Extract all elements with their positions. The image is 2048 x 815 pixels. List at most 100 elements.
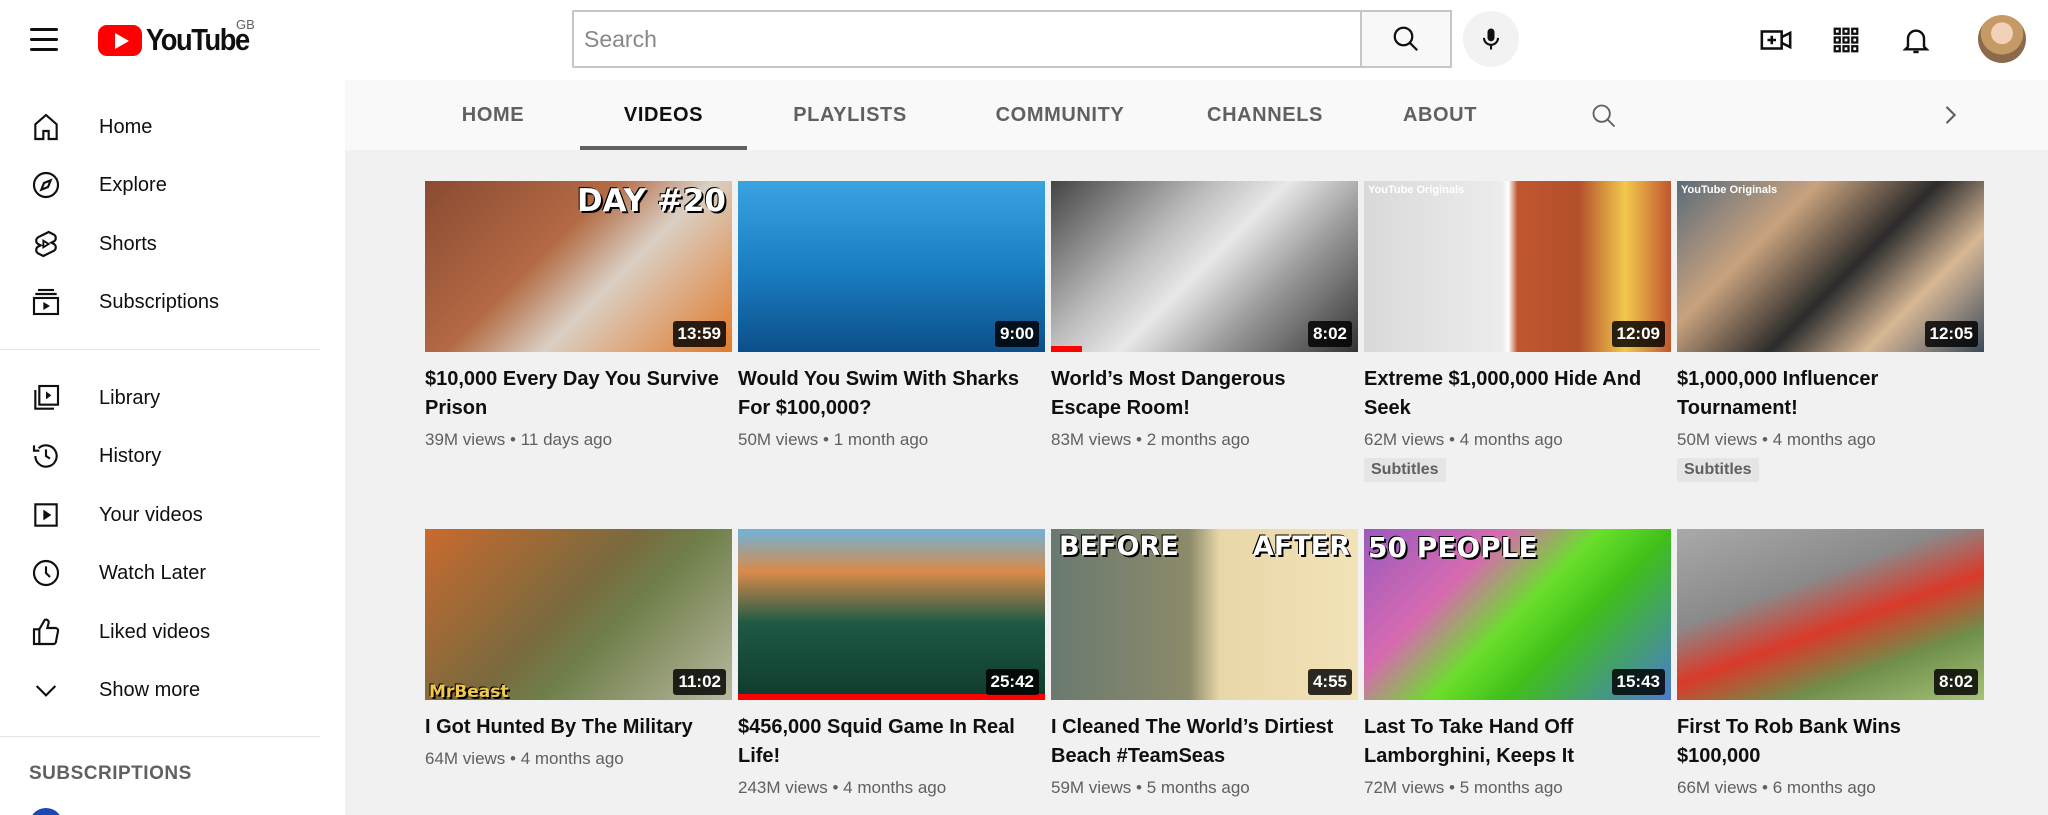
thumbnail-text: 50 PEOPLE <box>1368 531 1538 564</box>
home-icon <box>34 113 58 141</box>
chevron-right-icon[interactable] <box>1936 101 1964 129</box>
upload-age: 4 months ago <box>843 778 947 797</box>
video-thumbnail[interactable]: 8:02 <box>1677 529 1984 700</box>
video-thumbnail[interactable]: 8:02 <box>1051 181 1358 352</box>
sidebar-item-history[interactable]: History <box>0 428 320 484</box>
video-meta: 39M views • 11 days ago <box>425 430 613 449</box>
upload-age: 5 months ago <box>1459 778 1563 797</box>
video-duration: 8:02 <box>1307 321 1352 347</box>
video-thumbnail[interactable]: YouTube Originals 12:09 <box>1364 181 1671 352</box>
view-count: 62M views <box>1364 430 1445 449</box>
video-thumbnail[interactable]: 25:42 <box>738 529 1045 700</box>
video-duration: 8:02 <box>1933 669 1978 695</box>
video-title[interactable]: World’s Most Dangerous Escape Room! <box>1051 365 1358 423</box>
search-button[interactable] <box>1360 10 1452 68</box>
video-thumbnail[interactable]: 50 PEOPLE 15:43 <box>1364 529 1671 700</box>
menu-icon[interactable] <box>30 22 64 56</box>
video-duration: 4:55 <box>1307 669 1352 695</box>
video-card: YouTube Originals 12:09 Extreme $1,000,0… <box>1364 181 1671 482</box>
tab-channels[interactable]: CHANNELS <box>1180 80 1350 150</box>
tab-about[interactable]: ABOUT <box>1375 80 1505 150</box>
sidebar-item-label: Shorts <box>99 232 157 255</box>
sidebar-item-label: Home <box>99 115 153 138</box>
view-count: 243M views <box>738 778 828 797</box>
sidebar-item-your-videos[interactable]: Your videos <box>0 487 320 543</box>
sidebar-item-label: Your videos <box>99 503 203 526</box>
sidebar-item-home[interactable]: Home <box>0 99 320 155</box>
compass-icon <box>32 171 60 199</box>
shorts-icon <box>35 230 57 258</box>
create-video-button[interactable] <box>1756 20 1796 60</box>
sidebar-item-label: Liked videos <box>99 620 211 643</box>
video-title[interactable]: First To Rob Bank Wins $100,000 <box>1677 713 1984 771</box>
library-icon <box>34 384 60 410</box>
video-card: 9:00 Would You Swim With Sharks For $100… <box>738 181 1045 450</box>
video-duration: 15:43 <box>1611 669 1665 695</box>
video-thumbnail[interactable]: 9:00 <box>738 181 1045 352</box>
video-card: 8:02 First To Rob Bank Wins $100,000 66M… <box>1677 529 1984 798</box>
video-meta: 66M views • 6 months ago <box>1677 778 1876 797</box>
search-bar <box>572 10 1452 68</box>
thumbs-up-icon <box>32 618 60 646</box>
account-avatar[interactable] <box>1978 15 2026 63</box>
view-count: 50M views <box>738 430 819 449</box>
apps-button[interactable] <box>1826 20 1866 60</box>
video-meta: 62M views • 4 months ago <box>1364 430 1563 449</box>
mrbeast-watermark: MrBeast <box>429 682 509 700</box>
notifications-button[interactable] <box>1896 20 1936 60</box>
upload-age: 4 months ago <box>520 749 624 768</box>
sidebar-item-label: Subscriptions <box>99 290 220 313</box>
video-thumbnail[interactable]: MrBeast 11:02 <box>425 529 732 700</box>
view-count: 59M views <box>1051 778 1132 797</box>
masthead: YouTube GB <box>0 0 2048 80</box>
video-duration: 12:05 <box>1924 321 1978 347</box>
video-title[interactable]: Last To Take Hand Off Lamborghini, Keeps… <box>1364 713 1671 771</box>
channel-search-icon[interactable] <box>1590 102 1618 130</box>
channel-content: HOME VIDEOS PLAYLISTS COMMUNITY CHANNELS… <box>345 80 2048 815</box>
view-count: 64M views <box>425 749 506 768</box>
upload-age: 11 days ago <box>520 430 613 449</box>
youtube-originals-label: YouTube Originals <box>1368 184 1465 196</box>
sidebar-item-watch-later[interactable]: Watch Later <box>0 545 320 601</box>
tab-community[interactable]: COMMUNITY <box>960 80 1160 150</box>
subscriptions-icon <box>32 288 60 316</box>
sidebar-item-liked-videos[interactable]: Liked videos <box>0 604 320 660</box>
video-meta: 59M views • 5 months ago <box>1051 778 1250 797</box>
sidebar-item-shorts[interactable]: Shorts <box>0 216 320 272</box>
video-title[interactable]: Extreme $1,000,000 Hide And Seek <box>1364 365 1671 423</box>
video-title[interactable]: Would You Swim With Sharks For $100,000? <box>738 365 1045 423</box>
subscription-channel-avatar[interactable] <box>29 808 63 815</box>
video-card: 8:02 World’s Most Dangerous Escape Room!… <box>1051 181 1358 450</box>
sidebar-item-subscriptions[interactable]: Subscriptions <box>0 274 320 330</box>
video-duration: 25:42 <box>985 669 1039 695</box>
voice-search-button[interactable] <box>1463 11 1519 67</box>
apps-grid-icon <box>1833 27 1859 53</box>
watch-progress-bar <box>1051 346 1082 352</box>
upload-age: 2 months ago <box>1146 430 1250 449</box>
sidebar-divider <box>0 736 320 737</box>
video-title[interactable]: $1,000,000 Influencer Tournament! <box>1677 365 1984 423</box>
sidebar-item-library[interactable]: Library <box>0 370 320 426</box>
video-title[interactable]: $456,000 Squid Game In Real Life! <box>738 713 1045 771</box>
sidebar-item-explore[interactable]: Explore <box>0 157 320 213</box>
view-count: 72M views <box>1364 778 1445 797</box>
search-input[interactable] <box>572 10 1360 68</box>
video-meta: 243M views • 4 months ago <box>738 778 947 797</box>
sidebar-show-more[interactable]: Show more <box>0 662 320 718</box>
video-thumbnail[interactable]: BEFORE AFTER 4:55 <box>1051 529 1358 700</box>
video-thumbnail[interactable]: YouTube Originals 12:05 <box>1677 181 1984 352</box>
tab-playlists[interactable]: PLAYLISTS <box>765 80 935 150</box>
upload-age: 4 months ago <box>1772 430 1876 449</box>
video-meta: 64M views • 4 months ago <box>425 749 624 768</box>
tab-videos[interactable]: VIDEOS <box>580 80 747 150</box>
subscriptions-heading: SUBSCRIPTIONS <box>29 763 192 784</box>
subtitles-badge: Subtitles <box>1677 458 1759 482</box>
bell-icon <box>1902 29 1930 54</box>
video-thumbnail[interactable]: DAY #20 13:59 <box>425 181 732 352</box>
video-meta: 72M views • 5 months ago <box>1364 778 1563 797</box>
video-title[interactable]: $10,000 Every Day You Survive Prison <box>425 365 732 423</box>
tab-home[interactable]: HOME <box>425 80 561 150</box>
video-meta: 50M views • 1 month ago <box>738 430 929 449</box>
video-title[interactable]: I Got Hunted By The Military <box>425 713 732 742</box>
video-title[interactable]: I Cleaned The World’s Dirtiest Beach #Te… <box>1051 713 1358 771</box>
